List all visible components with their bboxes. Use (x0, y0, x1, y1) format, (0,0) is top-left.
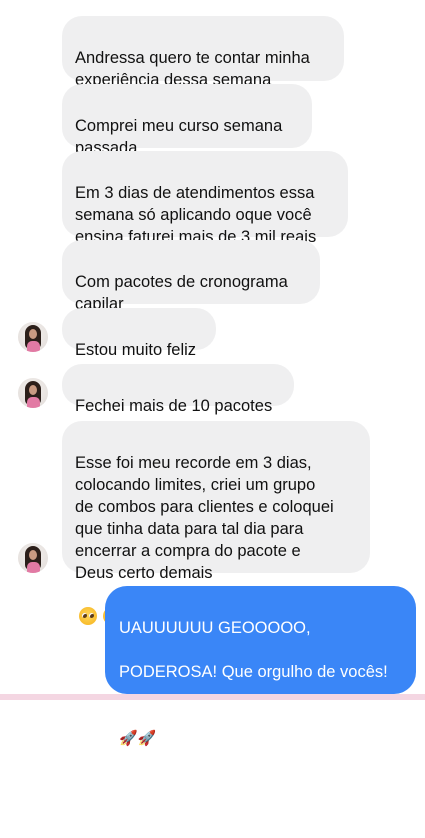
incoming-message[interactable]: Estou muito feliz (62, 308, 216, 359)
rocket-emoji: 🚀🚀 (119, 730, 157, 747)
contact-avatar-icon[interactable] (18, 543, 48, 573)
incoming-message[interactable]: Esse foi meu recorde em 3 dias, colocand… (62, 421, 370, 625)
incoming-message[interactable]: Em 3 dias de atendimentos essa semana só… (62, 151, 348, 246)
message-text: Fechei mais de 10 pacotes (75, 397, 273, 415)
contact-avatar-icon[interactable] (18, 322, 48, 352)
incoming-message[interactable]: Andressa quero te contar minha experiênc… (62, 16, 344, 89)
message-text: já pensou que é SÓ O (119, 752, 283, 770)
message-text: Com pacotes de cronograma capilar (75, 273, 288, 313)
message-text: Estou muito feliz (75, 341, 197, 359)
incoming-message[interactable]: Fechei mais de 10 pacotes (62, 364, 294, 415)
message-text: UAUUUUUU GEOOOOO, (119, 619, 311, 637)
outgoing-message[interactable]: UAUUUUUU GEOOOOO, PODEROSA! Que orgulho … (105, 586, 416, 814)
chat-thread: Andressa quero te contar minha experiênc… (0, 0, 425, 814)
message-text: Esse foi meu recorde em 3 dias, colocand… (75, 454, 334, 582)
bottom-edge (0, 694, 425, 700)
incoming-message[interactable]: Com pacotes de cronograma capilar (62, 240, 320, 313)
message-text: COMEÇO? (119, 796, 203, 814)
message-text: Andressa quero te contar minha experiênc… (75, 49, 310, 89)
message-text: PODEROSA! Que orgulho de vocês! (119, 663, 388, 681)
incoming-message[interactable]: Comprei meu curso semana passada (62, 84, 312, 157)
contact-avatar-icon[interactable] (18, 378, 48, 408)
message-text: Em 3 dias de atendimentos essa semana só… (75, 184, 317, 246)
